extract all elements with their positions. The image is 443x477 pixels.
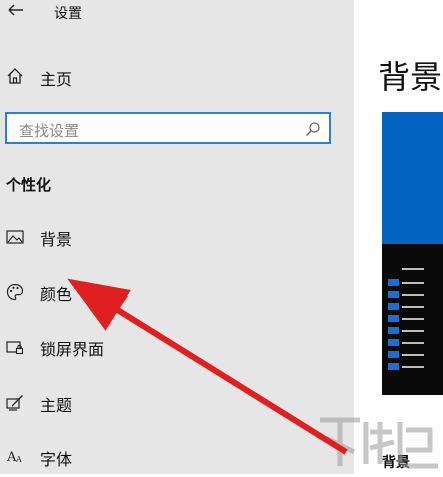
preview-start-item bbox=[402, 282, 424, 284]
sidebar-item-label: 字体 bbox=[40, 450, 73, 469]
preview-tile bbox=[388, 363, 399, 370]
preview-start-item bbox=[402, 366, 424, 368]
sidebar-item-colors[interactable]: 颜色 bbox=[0, 272, 354, 312]
search-placeholder: 查找设置 bbox=[19, 122, 80, 140]
preview-start-item bbox=[402, 330, 424, 332]
svg-text:A: A bbox=[15, 455, 22, 464]
window-title: 设置 bbox=[54, 6, 82, 22]
font-icon: A A bbox=[6, 450, 22, 465]
palette-icon bbox=[6, 283, 24, 301]
preview-start-item bbox=[402, 342, 424, 344]
preview-start-item bbox=[402, 294, 424, 296]
preview-tile bbox=[388, 279, 399, 286]
sidebar-item-background[interactable]: 背景 bbox=[0, 217, 354, 257]
preview-tile bbox=[388, 339, 399, 346]
search-input[interactable]: 查找设置 bbox=[5, 112, 331, 144]
preview-start-item bbox=[402, 318, 424, 320]
search-icon bbox=[306, 122, 320, 136]
sidebar-item-label: 主题 bbox=[40, 396, 73, 415]
section-title: 个性化 bbox=[6, 176, 52, 194]
content-pane: 背景 背景 bbox=[354, 0, 443, 474]
sidebar-item-label: 锁屏界面 bbox=[40, 340, 105, 359]
back-arrow-icon bbox=[8, 4, 23, 16]
preview-start-item bbox=[402, 306, 424, 308]
sidebar-item-label: 背景 bbox=[40, 230, 73, 249]
preview-wallpaper bbox=[382, 112, 443, 244]
background-preview bbox=[382, 112, 443, 395]
preview-tile bbox=[388, 291, 399, 298]
picture-icon bbox=[6, 230, 24, 244]
lock-screen-icon bbox=[6, 341, 24, 355]
preview-tile bbox=[388, 351, 399, 358]
watermark-logo bbox=[320, 417, 438, 469]
home-icon bbox=[7, 68, 23, 84]
preview-start-item bbox=[402, 268, 424, 270]
sidebar-item-lockscreen[interactable]: 锁屏界面 bbox=[0, 327, 354, 367]
back-button[interactable] bbox=[6, 0, 28, 22]
preview-tile bbox=[388, 327, 399, 334]
sidebar-item-home[interactable]: 主页 bbox=[0, 56, 354, 96]
sidebar-item-label: 主页 bbox=[40, 70, 73, 89]
settings-sidebar: 设置 主页 查找设置 个性化 背景 颜色 锁屏界面 主题 A A 字体 bbox=[0, 0, 354, 474]
sidebar-item-label: 颜色 bbox=[40, 285, 73, 304]
theme-brush-icon bbox=[6, 395, 23, 411]
page-title: 背景 bbox=[378, 58, 443, 96]
preview-tile bbox=[388, 303, 399, 310]
preview-tile bbox=[388, 315, 399, 322]
preview-start-item bbox=[402, 354, 424, 356]
